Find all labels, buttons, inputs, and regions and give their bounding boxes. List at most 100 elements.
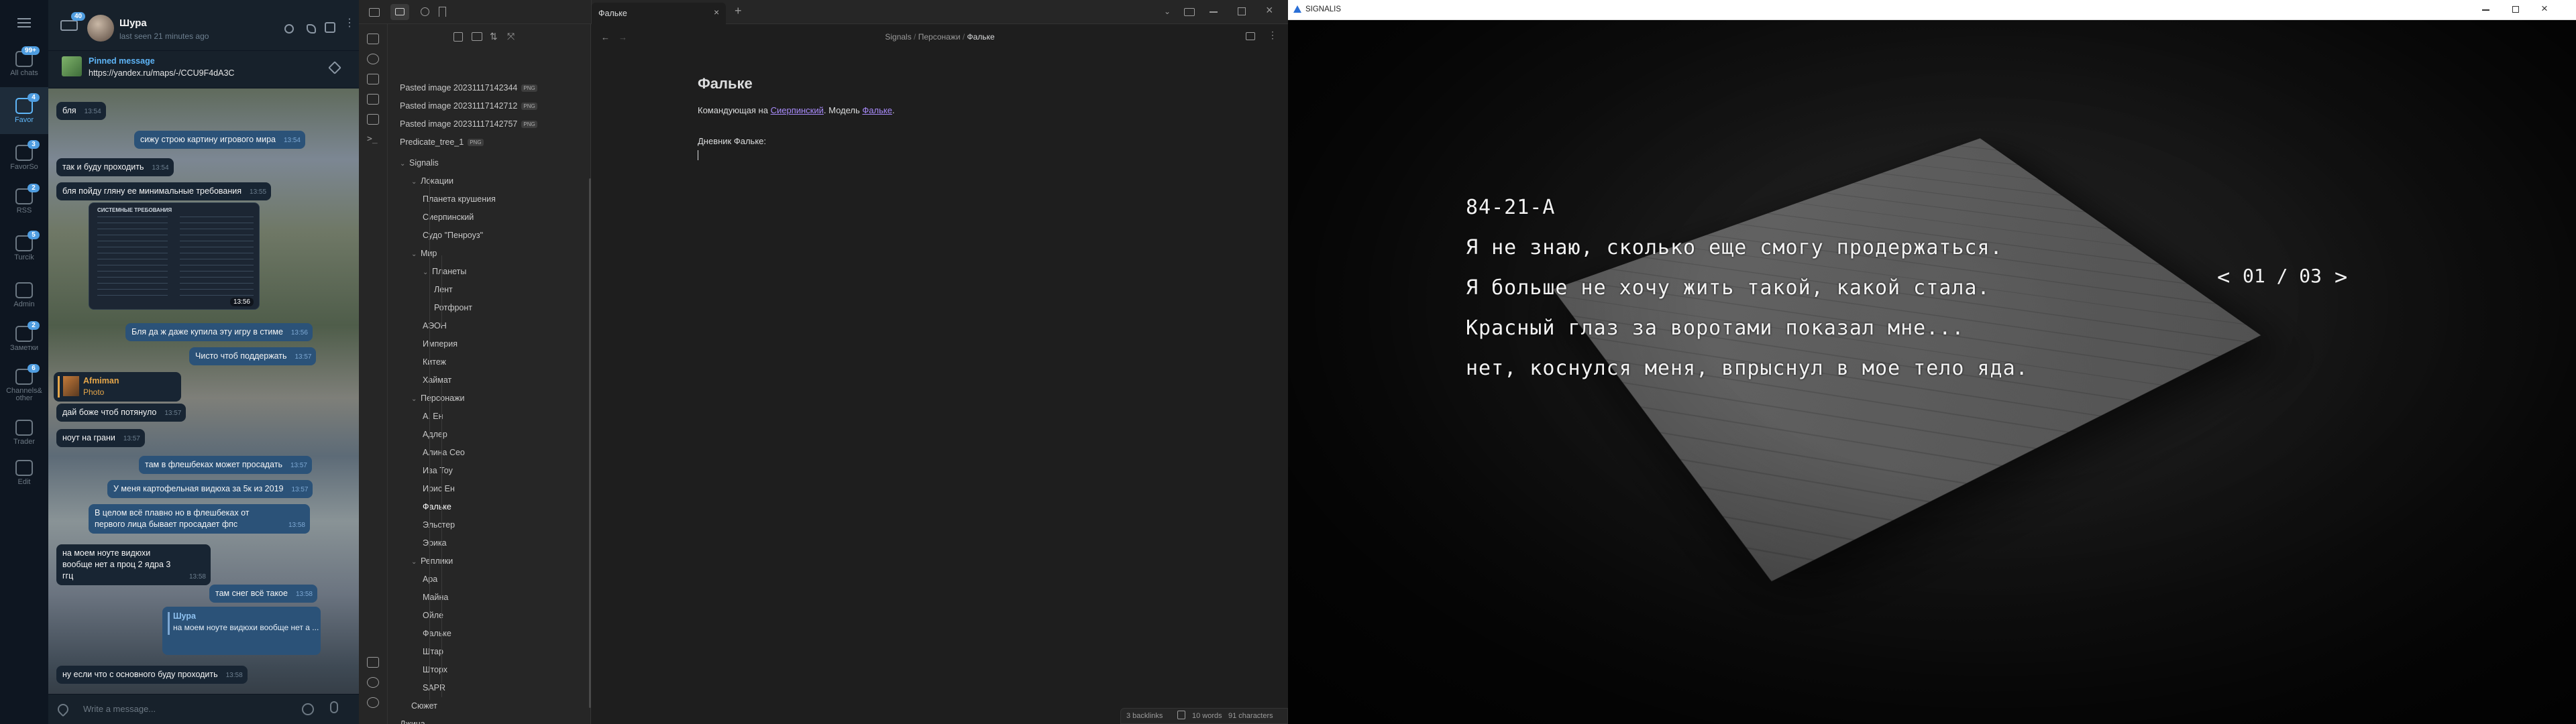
note-title[interactable]: Фальке (698, 75, 753, 93)
tree-file[interactable]: Pasted image 20231117142757 PNG (400, 119, 537, 129)
tree-file[interactable]: Сиерпинский (423, 213, 474, 222)
message-bubble[interactable]: У меня картофельная видюха за 5к из 2019… (107, 480, 313, 498)
pin-icon[interactable] (328, 61, 341, 74)
folder-6[interactable]: 2 Заметки (0, 315, 48, 362)
link-sierpinski[interactable]: Сиерпинский (771, 105, 824, 115)
tree-file[interactable]: Судо "Пенроуз" (423, 231, 483, 240)
next-page-arrow[interactable]: > (2334, 264, 2347, 290)
tree-file[interactable]: Эльстер (423, 520, 455, 530)
gear-icon[interactable] (367, 697, 379, 708)
search-icon[interactable] (284, 24, 294, 34)
tree-folder[interactable]: ⌄ Signalis (400, 158, 439, 168)
message-bubble[interactable]: так и буду проходить 13:54 (56, 158, 174, 176)
new-tab-icon[interactable]: + (735, 4, 742, 18)
message-bubble[interactable]: дай боже чтоб потянуло 13:57 (56, 404, 186, 422)
folder-5[interactable]: Admin (0, 272, 48, 318)
close-icon[interactable]: × (2541, 2, 2548, 15)
tree-file[interactable]: Империя (423, 339, 458, 349)
sort-icon[interactable]: ⇅ (490, 31, 498, 42)
message-bubble[interactable]: Чисто чтоб поддержать 13:57 (189, 347, 317, 365)
tree-file[interactable]: Фальке (423, 629, 451, 638)
avatar[interactable] (87, 15, 114, 42)
tree-file[interactable]: Ротфронт (434, 303, 472, 312)
tree-file[interactable]: А. Ен (423, 412, 443, 421)
collapse-all-icon[interactable]: ⤧ (507, 31, 515, 42)
tree-file[interactable]: Сюжет (411, 701, 437, 711)
tree-file[interactable]: Штар (423, 647, 443, 656)
tree-file[interactable]: Pasted image 20231117142712 PNG (400, 101, 537, 111)
reading-view-icon[interactable] (1246, 32, 1255, 40)
message-bubble[interactable]: сижу строю картину игрового мира 13:54 (134, 131, 305, 149)
note-line-2[interactable]: Дневник Фальке: (698, 136, 766, 146)
message-bubble[interactable]: на моем ноуте видюхи вообще нет а проц 2… (56, 544, 211, 585)
close-icon[interactable]: × (714, 7, 719, 17)
folder-1[interactable]: 4 Favor (0, 87, 48, 134)
tree-folder[interactable]: ⌄ Персонажи (411, 394, 464, 403)
tree-file[interactable]: Ара (423, 575, 437, 584)
graph-icon[interactable] (367, 54, 379, 64)
tree-file[interactable]: Китеж (423, 357, 446, 367)
tree-file[interactable]: Ирис Ен (423, 484, 455, 493)
tree-folder[interactable]: ⌄Мир (411, 249, 437, 258)
message-input[interactable]: Write a message... (83, 704, 156, 714)
canvas-icon[interactable] (367, 74, 379, 84)
edit-icon[interactable] (1177, 711, 1185, 719)
tree-folder[interactable]: ⌄ Реплики (411, 556, 453, 566)
photo-reply-bubble[interactable]: Afmiman Photo (54, 372, 181, 402)
folder-9[interactable]: Edit (0, 449, 48, 496)
back-arrow-icon[interactable]: 40 (60, 12, 86, 31)
templates-icon[interactable] (367, 114, 379, 125)
link-falke[interactable]: Фальке (862, 105, 892, 115)
tab-falke[interactable]: Фальке × (592, 3, 726, 24)
attach-icon[interactable] (55, 701, 71, 717)
phone-icon[interactable] (307, 24, 316, 34)
message-bubble[interactable]: там в флешбеках может просадать 13:57 (139, 456, 312, 474)
tree-folder[interactable]: ⌄ Локации (411, 176, 453, 186)
folder-2[interactable]: 3 FavorSo (0, 134, 48, 181)
chat-name[interactable]: Шура (119, 17, 147, 29)
sidebar-toggle-icon[interactable] (325, 22, 335, 33)
tree-file[interactable]: Ойле (423, 611, 443, 620)
help-icon[interactable] (367, 677, 379, 688)
terminal-icon[interactable]: >_ (367, 134, 379, 145)
new-folder-button[interactable] (472, 32, 482, 41)
tree-file[interactable]: Шторх (423, 665, 447, 674)
message-bubble[interactable]: В целом всё плавно но в флешбеках от пер… (89, 504, 310, 534)
calendar-icon[interactable] (367, 94, 379, 105)
tree-file[interactable]: Pasted image 20231117142344 PNG (400, 83, 537, 93)
new-note-icon[interactable] (367, 34, 379, 44)
search-icon[interactable] (421, 7, 429, 16)
breadcrumb-signals[interactable]: Signals (885, 32, 911, 42)
breadcrumb-current[interactable]: Фальке (967, 32, 995, 42)
more-icon[interactable]: ⋮ (344, 18, 355, 29)
scrollbar[interactable] (589, 178, 591, 708)
emoji-icon[interactable] (302, 703, 314, 715)
tree-file[interactable]: АЭОН (423, 321, 447, 330)
microphone-icon[interactable] (330, 701, 338, 713)
folder-0[interactable]: 99+ All chats (0, 40, 48, 87)
right-sidebar-toggle-icon[interactable] (1184, 8, 1195, 16)
sidebar-toggle-icon[interactable] (369, 8, 380, 17)
more-options-icon[interactable]: ⋮ (1268, 29, 1277, 41)
folder-3[interactable]: 2 RSS (0, 178, 48, 225)
breadcrumb-characters[interactable]: Персонажи (918, 32, 961, 42)
tree-file[interactable]: Лент (434, 285, 453, 294)
tree-file[interactable]: Адлер (423, 430, 447, 439)
window-close-icon[interactable]: × (1266, 3, 1273, 17)
message-bubble[interactable]: ноут на грани 13:57 (56, 429, 145, 447)
reply-bubble[interactable]: Шура на моем ноуте видюхи вообще нет а .… (162, 607, 321, 655)
tree-file[interactable]: Джина (400, 719, 425, 724)
folder-7[interactable]: 6 Channels& other (0, 362, 48, 409)
tree-file[interactable]: Predicate_tree_1 PNG (400, 137, 484, 147)
tree-file[interactable]: Хаймат (423, 375, 451, 385)
prev-page-arrow[interactable]: < (2217, 264, 2230, 290)
tree-file[interactable]: Фальке (393, 500, 569, 514)
maximize-icon[interactable] (2512, 6, 2519, 13)
tree-file[interactable]: Иза Тоу (423, 466, 453, 475)
message-bubble[interactable]: бля пойду гляну ее минимальные требовани… (56, 182, 272, 200)
chevron-down-icon[interactable]: ⌄ (1164, 7, 1171, 16)
sysreq-image[interactable]: СИСТЕМНЫЕ ТРЕБОВАНИЯ 13:56 (89, 202, 260, 310)
menu-button[interactable] (0, 7, 48, 39)
message-bubble[interactable]: ну если что с основного буду проходить 13… (56, 666, 248, 684)
new-note-button[interactable] (453, 32, 463, 42)
